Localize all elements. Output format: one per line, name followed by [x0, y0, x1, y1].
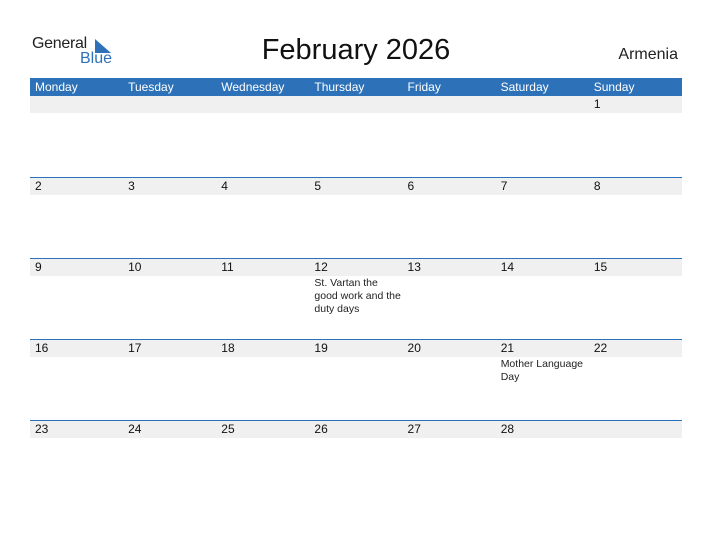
weekday-friday: Friday: [407, 80, 441, 94]
day-cell[interactable]: 21 Mother Language Day: [496, 340, 589, 421]
weekday-header: Monday Tuesday Wednesday Thursday Friday…: [30, 78, 682, 96]
day-number: 26: [314, 422, 328, 436]
week-row: 1: [30, 96, 682, 177]
day-number: 12: [314, 260, 328, 274]
holiday-event: Mother Language Day: [500, 358, 584, 383]
day-number: 7: [500, 179, 508, 193]
day-number: 18: [221, 341, 235, 355]
day-number: 4: [221, 179, 228, 193]
day-cell[interactable]: [216, 96, 309, 177]
week-row: 23 24 25 26 27 28: [30, 420, 682, 502]
day-number: 24: [128, 422, 142, 436]
day-cell[interactable]: 5: [309, 178, 402, 259]
day-cell[interactable]: 26: [309, 421, 402, 502]
weekday-tuesday: Tuesday: [128, 80, 174, 94]
day-cell[interactable]: 8: [589, 178, 682, 259]
day-cell[interactable]: 2: [30, 178, 123, 259]
week-row: 16 17 18 19 20 21 Mother Language Day 22: [30, 339, 682, 421]
day-number: 20: [407, 341, 421, 355]
day-cell[interactable]: 27: [403, 421, 496, 502]
day-number: 6: [407, 179, 415, 193]
day-cell[interactable]: 22: [589, 340, 682, 421]
weekday-sunday: Sunday: [593, 80, 635, 94]
day-cell[interactable]: 17: [123, 340, 216, 421]
day-cell[interactable]: 12 St. Vartan the good work and the duty …: [309, 259, 402, 340]
day-cell[interactable]: [589, 421, 682, 502]
day-cell[interactable]: 28: [496, 421, 589, 502]
day-cell[interactable]: 18: [216, 340, 309, 421]
day-cell[interactable]: 9: [30, 259, 123, 340]
day-number: 14: [500, 260, 515, 274]
day-number: 10: [128, 260, 142, 274]
day-cell[interactable]: [30, 96, 123, 177]
day-number: 3: [128, 179, 135, 193]
holiday-event: St. Vartan the good work and the duty da…: [314, 277, 401, 315]
day-cell[interactable]: 4: [216, 178, 309, 259]
day-number: 22: [593, 341, 608, 355]
day-cell[interactable]: 15: [589, 259, 682, 340]
day-number: 16: [35, 341, 49, 355]
day-cell[interactable]: 10: [123, 259, 216, 340]
day-cell[interactable]: 20: [403, 340, 496, 421]
day-cell[interactable]: 11: [216, 259, 309, 340]
day-number: 15: [593, 260, 608, 274]
day-cell[interactable]: 16: [30, 340, 123, 421]
day-cell[interactable]: 25: [216, 421, 309, 502]
week-row: 9 10 11 12 St. Vartan the good work and the …: [30, 258, 682, 340]
weekday-thursday: Thursday: [314, 80, 365, 94]
day-cell[interactable]: [496, 96, 589, 177]
day-cell[interactable]: 13: [403, 259, 496, 340]
day-number: 9: [35, 260, 42, 274]
country-label: Armenia: [618, 46, 678, 63]
week-row: 2 3 4 5 6 7 8: [30, 177, 682, 259]
weekday-saturday: Saturday: [500, 80, 549, 94]
day-number: 13: [407, 260, 421, 274]
day-cell[interactable]: 19: [309, 340, 402, 421]
day-number: 1: [593, 97, 601, 111]
day-cell[interactable]: 14: [496, 259, 589, 340]
day-cell[interactable]: [403, 96, 496, 177]
day-cell[interactable]: [123, 96, 216, 177]
day-number: 28: [500, 422, 515, 436]
day-number: 25: [221, 422, 235, 436]
page-title: February 2026: [261, 34, 451, 66]
day-number: 8: [593, 179, 601, 193]
day-number: 17: [128, 341, 142, 355]
day-cell[interactable]: 23: [30, 421, 123, 502]
weekday-monday: Monday: [35, 80, 78, 94]
day-number: 27: [407, 422, 421, 436]
day-number: 21: [500, 341, 515, 355]
day-number: 2: [35, 179, 42, 193]
day-cell[interactable]: 1: [589, 96, 682, 177]
weekday-wednesday: Wednesday: [221, 80, 285, 94]
day-cell[interactable]: 6: [403, 178, 496, 259]
day-cell[interactable]: 3: [123, 178, 216, 259]
day-cell[interactable]: 7: [496, 178, 589, 259]
day-number: 19: [314, 341, 328, 355]
day-cell[interactable]: 24: [123, 421, 216, 502]
day-number: 5: [314, 179, 322, 193]
day-number: 23: [35, 422, 49, 436]
day-number: 11: [221, 260, 234, 274]
day-cell[interactable]: [309, 96, 402, 177]
